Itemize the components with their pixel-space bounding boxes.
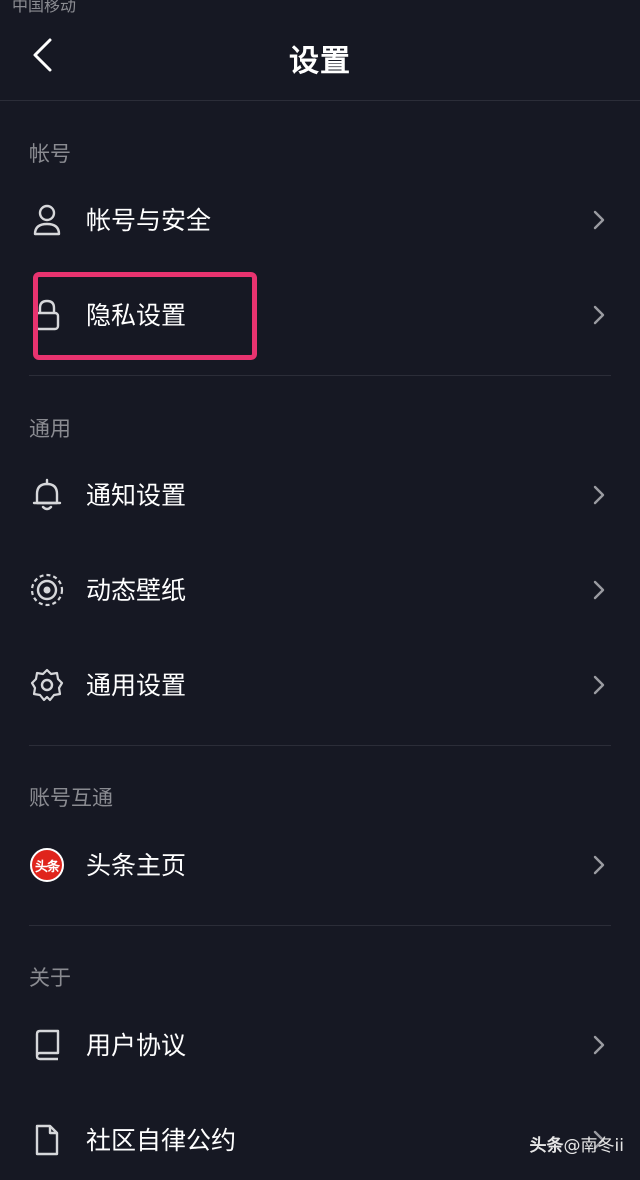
section-label-about: 关于 — [29, 966, 71, 990]
chevron-right-icon — [593, 305, 605, 325]
settings-item-label: 通知设置 — [86, 481, 187, 510]
highlight-box — [33, 272, 257, 360]
chevron-right-icon — [593, 675, 605, 695]
settings-item-label: 帐号与安全 — [86, 206, 212, 235]
section-label-linked: 账号互通 — [29, 786, 113, 810]
section-divider — [29, 925, 611, 926]
watermark-brand: 头条 — [529, 1136, 564, 1156]
settings-item-label: 社区自律公约 — [86, 1126, 237, 1155]
settings-item-account-security[interactable]: 帐号与安全 — [0, 180, 640, 260]
wallpaper-icon — [27, 570, 67, 610]
book-icon — [27, 1025, 67, 1065]
gear-icon — [27, 665, 67, 705]
chevron-right-icon — [593, 210, 605, 230]
user-icon — [27, 200, 67, 240]
settings-item-label: 动态壁纸 — [86, 576, 187, 605]
watermark: 头条@南冬ii — [530, 1131, 624, 1156]
nav-bar: 设置 — [0, 0, 640, 101]
settings-item-wallpaper[interactable]: 动态壁纸 — [0, 550, 640, 630]
settings-item-notifications[interactable]: 通知设置 — [0, 455, 640, 535]
page-title: 设置 — [289, 44, 351, 79]
bell-icon — [27, 475, 67, 515]
section-label-account: 帐号 — [29, 142, 71, 166]
toutiao-logo: 头条 — [30, 848, 64, 882]
settings-item-user-agreement[interactable]: 用户协议 — [0, 1005, 640, 1085]
chevron-right-icon — [593, 1035, 605, 1055]
watermark-handle: @南冬ii — [563, 1136, 624, 1156]
settings-item-toutiao-home[interactable]: 头条 头条主页 — [0, 825, 640, 905]
chevron-right-icon — [593, 855, 605, 875]
settings-item-label: 头条主页 — [86, 851, 187, 880]
settings-item-label: 用户协议 — [86, 1031, 187, 1060]
settings-item-general[interactable]: 通用设置 — [0, 645, 640, 725]
section-divider — [29, 745, 611, 746]
section-divider — [29, 375, 611, 376]
chevron-right-icon — [593, 580, 605, 600]
document-icon — [27, 1120, 67, 1160]
section-label-general: 通用 — [29, 417, 71, 441]
toutiao-logo-icon: 头条 — [27, 845, 67, 885]
chevron-right-icon — [593, 485, 605, 505]
settings-item-label: 通用设置 — [86, 671, 187, 700]
